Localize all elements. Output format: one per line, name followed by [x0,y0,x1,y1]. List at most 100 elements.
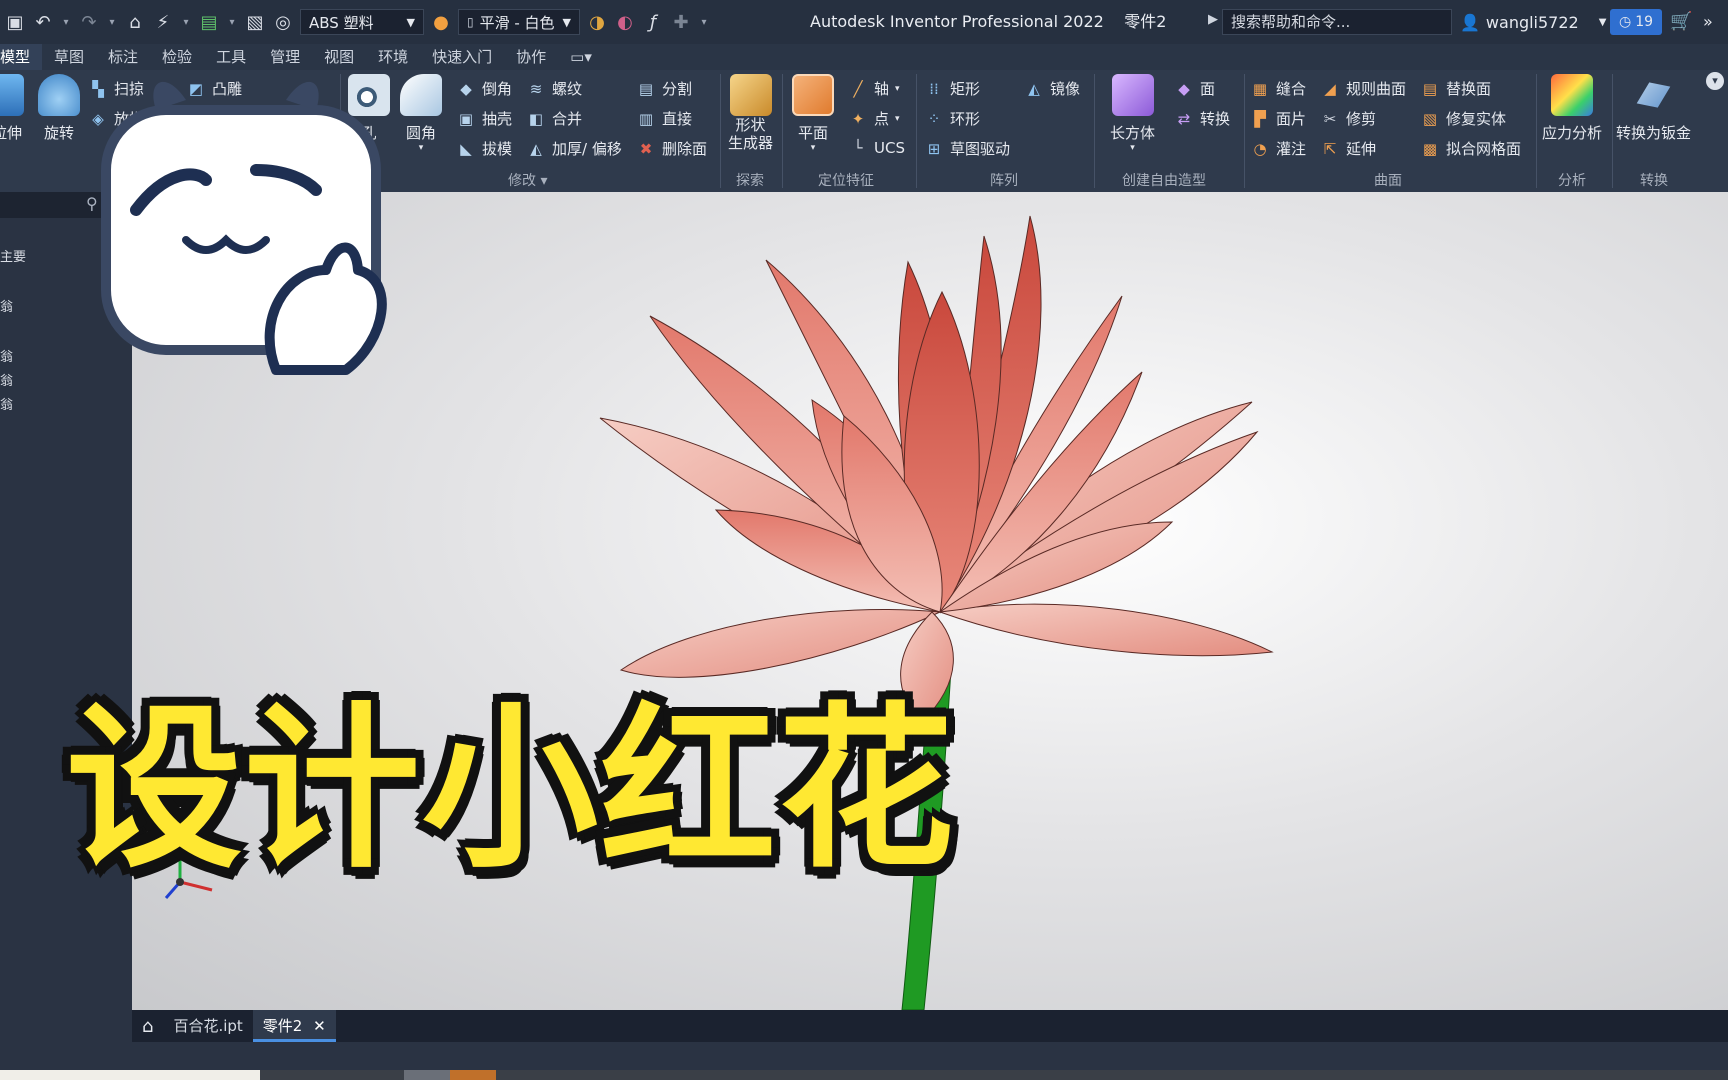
undo-icon[interactable]: ↶ [32,11,54,33]
circular-pattern-button[interactable]: ⁘ 环形 [924,108,980,129]
repair-bodies-button[interactable]: ▧ 修复实体 [1420,108,1506,129]
shape-generator-icon [729,74,772,116]
parameters-icon[interactable]: ƒ [642,11,664,33]
ruled-surface-icon: ◢ [1324,79,1336,98]
redo-icon[interactable]: ↷ [78,11,100,33]
tab-environments[interactable]: 环境 [366,44,420,70]
rectangular-pattern-button[interactable]: ⁞⁞ 矩形 [924,78,980,99]
ucs-button[interactable]: └ UCS [848,138,905,158]
sculpt-label: 灌注 [1276,140,1307,158]
ribbon-collapse-icon[interactable]: ▾ [1706,72,1724,90]
ruled-surface-button[interactable]: ◢ 规则曲面 [1320,78,1406,99]
shell-button[interactable]: ▣ 抽壳 [456,108,512,129]
doc-tab-part2-label: 零件2 [262,1017,303,1035]
tab-get-started[interactable]: 快速入门 [420,44,504,70]
freeform-convert-button[interactable]: ⇄ 转换 [1174,108,1230,129]
material-select[interactable]: ABS 塑料 ▼ [300,9,424,35]
sculpt-button[interactable]: ◔ 灌注 [1250,138,1306,159]
browser-item[interactable]: 翁 [0,394,13,413]
update-dropdown-icon[interactable]: ▾ [180,17,192,28]
adjust-appearance-icon[interactable]: ◑ [586,11,608,33]
freeform-face-button[interactable]: ◆ 面 [1174,78,1215,99]
clear-appearance-icon[interactable]: ◐ [614,11,636,33]
tab-view[interactable]: 视图 [312,44,366,70]
tab-tools[interactable]: 工具 [204,44,258,70]
combine-button[interactable]: ◧ 合并 [526,108,582,129]
fit-mesh-face-button[interactable]: ▩ 拟合网格面 [1420,138,1521,159]
chevron-down-icon: ▾ [895,83,900,94]
shape-generator-label: 形状 生成器 [728,116,774,152]
tab-extra-icon[interactable]: ▭▾ [558,44,604,70]
save-icon[interactable]: ▣ [4,11,26,33]
stitch-button[interactable]: ▦ 缝合 [1250,78,1306,99]
update-icon[interactable]: ⚡ [152,11,174,33]
patch-button[interactable]: ▛ 面片 [1250,108,1306,129]
delete-face-button[interactable]: ✖ 删除面 [636,138,707,159]
more-icon[interactable]: » [1703,12,1713,31]
modify-panel-label[interactable]: 修改 ▾ [508,170,547,190]
material-icon[interactable]: ◎ [272,11,294,33]
mirror-button[interactable]: ◭ 镜像 [1024,78,1080,99]
axis-button[interactable]: ╱ 轴 ▾ [848,78,900,99]
tab-inspect[interactable]: 检验 [150,44,204,70]
browser-item[interactable]: 主要 [0,246,26,265]
select-icon[interactable]: ▤ [198,11,220,33]
draft-button[interactable]: ◣ 拔模 [456,138,512,159]
help-search-input[interactable]: 搜索帮助和命令... [1222,9,1452,35]
tab-manage[interactable]: 管理 [258,44,312,70]
browser-item[interactable]: 翁 [0,370,13,389]
thicken-icon: ◭ [530,139,542,158]
browser-item[interactable]: 翁 [0,296,13,315]
tab-model[interactable]: 模型 [0,44,43,70]
doc-tab-lily[interactable]: 百合花.ipt [163,1010,252,1042]
stress-analysis-button[interactable]: 应力分析 [1542,74,1602,143]
plane-button[interactable]: 平面 ▾ [792,74,834,153]
home-icon[interactable]: ⌂ [124,11,146,33]
box-label: 长方体 [1110,124,1156,142]
fit-mesh-label: 拟合网格面 [1446,140,1522,158]
sketch-driven-label: 草图驱动 [950,140,1011,158]
point-button[interactable]: ✦ 点 ▾ [848,108,900,129]
browser-item[interactable]: 翁 [0,346,13,365]
undo-dropdown-icon[interactable]: ▾ [60,17,72,28]
extrude-button[interactable]: 拉伸 [0,74,24,143]
customize-dropdown-icon[interactable]: ▾ [698,17,710,28]
home-tab-icon[interactable]: ⌂ [132,1016,163,1037]
cart-icon[interactable]: 🛒 [1670,11,1692,32]
separator [916,74,917,188]
appearance-select[interactable]: ▯ 平滑 - 白色 ▼ [458,9,580,35]
direct-button[interactable]: ▥ 直接 [636,108,692,129]
extend-button[interactable]: ⇱ 延伸 [1320,138,1376,159]
revolve-button[interactable]: 旋转 [38,74,80,143]
expand-arrow-icon[interactable]: ▶ [1208,12,1218,27]
doc-tab-part2[interactable]: 零件2 ✕ [252,1010,336,1042]
stitch-icon: ▦ [1252,79,1268,98]
convert-sheet-metal-button[interactable]: 转换为钣金 [1616,74,1691,143]
patch-icon: ▛ [1254,109,1266,128]
sketch-driven-pattern-button[interactable]: ⊞ 草图驱动 [924,138,1010,159]
direct-icon: ▥ [638,109,654,128]
box-freeform-button[interactable]: 长方体 ▾ [1110,74,1155,153]
add-icon[interactable]: ✚ [670,11,692,33]
trim-button[interactable]: ✂ 修剪 [1320,108,1376,129]
chevron-down-icon: ▼ [1598,16,1607,28]
split-button[interactable]: ▤ 分割 [636,78,692,99]
replace-face-button[interactable]: ▤ 替换面 [1420,78,1491,99]
properties-icon[interactable]: ▧ [244,11,266,33]
shape-generator-button[interactable]: 形状 生成器 [728,74,773,152]
user-account[interactable]: 👤 wangli5722 ▼ [1460,0,1606,44]
thicken-button[interactable]: ◭ 加厚/ 偏移 [526,138,622,159]
redo-dropdown-icon[interactable]: ▾ [106,17,118,28]
chamfer-button[interactable]: ◆ 倒角 [456,78,512,99]
thread-button[interactable]: ≋ 螺纹 [526,78,582,99]
notification-count: 19 [1635,14,1654,30]
notifications-badge[interactable]: ◷ 19 [1610,9,1662,35]
color-wheel-icon[interactable]: ● [430,11,452,33]
document-tabs: ⌂ 百合花.ipt 零件2 ✕ [132,1010,1728,1042]
tab-sketch[interactable]: 草图 [42,44,96,70]
select-dropdown-icon[interactable]: ▾ [226,17,238,28]
combine-label: 合并 [552,110,583,128]
tab-annotate[interactable]: 标注 [96,44,150,70]
close-icon[interactable]: ✕ [313,1017,326,1035]
tab-collaborate[interactable]: 协作 [504,44,558,70]
